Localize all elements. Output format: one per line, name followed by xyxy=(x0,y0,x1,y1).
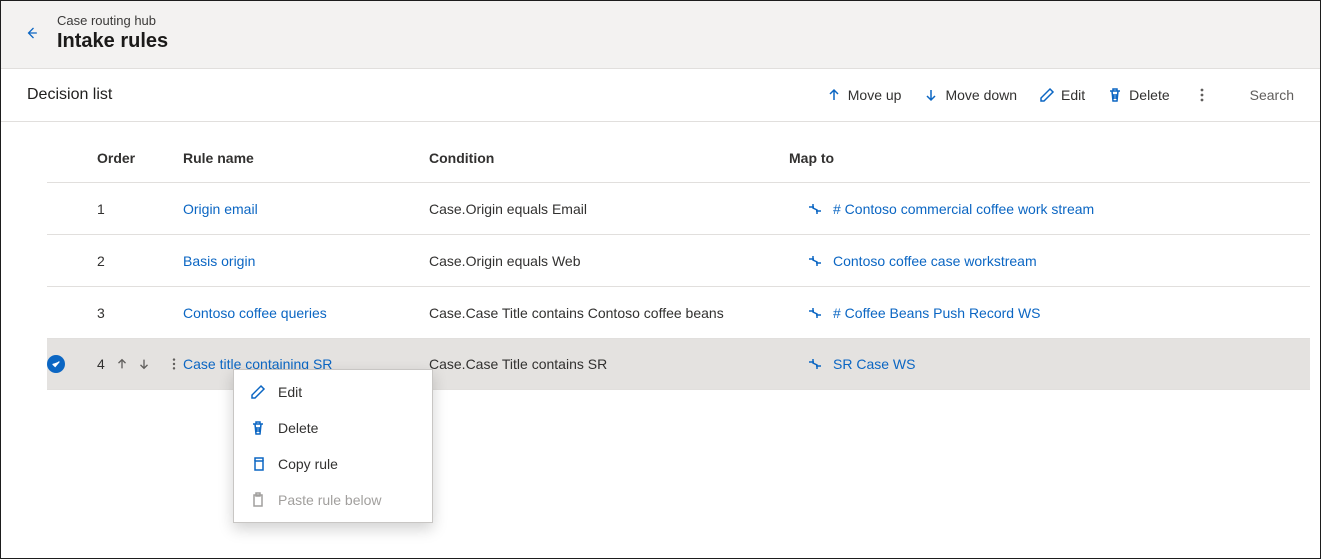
move-down-label: Move down xyxy=(945,87,1017,103)
ctx-paste: Paste rule below xyxy=(234,482,432,518)
map-to-label: SR Case WS xyxy=(833,356,915,372)
page-header: Case routing hub Intake rules xyxy=(1,1,1320,69)
pencil-icon xyxy=(1039,87,1055,103)
rule-name-link[interactable]: Contoso coffee queries xyxy=(183,305,327,321)
arrow-left-icon xyxy=(21,23,41,43)
edit-label: Edit xyxy=(1061,87,1085,103)
workstream-icon xyxy=(807,253,823,269)
trash-icon xyxy=(250,420,266,436)
map-to-link[interactable]: # Coffee Beans Push Record WS xyxy=(789,305,1309,321)
row-more-button[interactable] xyxy=(165,357,183,371)
col-order[interactable]: Order xyxy=(97,150,183,166)
condition-text: Case.Case Title contains Contoso coffee … xyxy=(429,305,789,321)
map-to-link[interactable]: # Contoso commercial coffee work stream xyxy=(789,201,1309,217)
page-title: Intake rules xyxy=(57,28,168,54)
workstream-icon xyxy=(807,201,823,217)
more-commands-button[interactable] xyxy=(1190,83,1214,107)
paste-icon xyxy=(250,492,266,508)
col-map-to[interactable]: Map to xyxy=(789,150,1309,166)
back-button[interactable] xyxy=(21,23,41,43)
order-value: 3 xyxy=(97,305,105,321)
order-value: 4 xyxy=(97,356,105,372)
ctx-edit[interactable]: Edit xyxy=(234,374,432,410)
ctx-copy-label: Copy rule xyxy=(278,456,338,472)
table-row[interactable]: 1 Origin email Case.Origin equals Email … xyxy=(47,182,1310,234)
row-move-up-icon[interactable] xyxy=(115,357,129,371)
col-condition[interactable]: Condition xyxy=(429,150,789,166)
workstream-icon xyxy=(807,305,823,321)
ctx-edit-label: Edit xyxy=(278,384,302,400)
search-label: Search xyxy=(1250,87,1294,103)
trash-icon xyxy=(1107,87,1123,103)
map-to-label: Contoso coffee case workstream xyxy=(833,253,1037,269)
condition-text: Case.Origin equals Web xyxy=(429,253,789,269)
command-bar: Decision list Move up Move down Edit Del… xyxy=(1,69,1320,122)
ctx-delete-label: Delete xyxy=(278,420,318,436)
row-selected-indicator[interactable] xyxy=(47,355,65,373)
checkmark-icon xyxy=(51,359,61,369)
table-row[interactable]: 3 Contoso coffee queries Case.Case Title… xyxy=(47,286,1310,338)
ctx-delete[interactable]: Delete xyxy=(234,410,432,446)
map-to-link[interactable]: Contoso coffee case workstream xyxy=(789,253,1309,269)
move-up-button[interactable]: Move up xyxy=(820,83,908,107)
section-title: Decision list xyxy=(27,86,112,104)
ctx-copy[interactable]: Copy rule xyxy=(234,446,432,482)
header-titles: Case routing hub Intake rules xyxy=(57,13,168,54)
table-header: Order Rule name Condition Map to xyxy=(47,130,1310,182)
decision-table: Order Rule name Condition Map to 1 Origi… xyxy=(1,122,1320,390)
breadcrumb[interactable]: Case routing hub xyxy=(57,13,168,28)
arrow-up-icon xyxy=(826,87,842,103)
map-to-label: # Contoso commercial coffee work stream xyxy=(833,201,1094,217)
condition-text: Case.Origin equals Email xyxy=(429,201,789,217)
delete-label: Delete xyxy=(1129,87,1169,103)
edit-button[interactable]: Edit xyxy=(1033,83,1091,107)
search-button[interactable]: Search xyxy=(1242,87,1294,103)
move-down-button[interactable]: Move down xyxy=(917,83,1023,107)
copy-icon xyxy=(250,456,266,472)
arrow-down-icon xyxy=(923,87,939,103)
pencil-icon xyxy=(250,384,266,400)
workstream-icon xyxy=(807,356,823,372)
table-row[interactable]: 2 Basis origin Case.Origin equals Web Co… xyxy=(47,234,1310,286)
condition-text: Case.Case Title contains SR xyxy=(429,356,789,372)
col-rule-name[interactable]: Rule name xyxy=(183,150,429,166)
ctx-paste-label: Paste rule below xyxy=(278,492,382,508)
map-to-label: # Coffee Beans Push Record WS xyxy=(833,305,1041,321)
rule-name-link[interactable]: Basis origin xyxy=(183,253,255,269)
more-vertical-icon xyxy=(1194,87,1210,103)
order-value: 2 xyxy=(97,253,105,269)
rule-name-link[interactable]: Origin email xyxy=(183,201,258,217)
move-up-label: Move up xyxy=(848,87,902,103)
more-vertical-icon xyxy=(167,357,181,371)
delete-button[interactable]: Delete xyxy=(1101,83,1175,107)
order-value: 1 xyxy=(97,201,105,217)
row-context-menu: Edit Delete Copy rule Paste rule below xyxy=(233,369,433,523)
map-to-link[interactable]: SR Case WS xyxy=(789,356,1309,372)
row-move-down-icon[interactable] xyxy=(137,357,151,371)
